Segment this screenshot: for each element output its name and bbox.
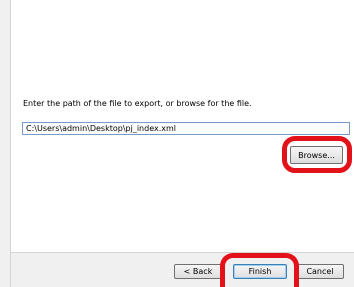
- footer-separator: [11, 252, 354, 253]
- finish-button[interactable]: Finish: [233, 264, 287, 279]
- cancel-button[interactable]: Cancel: [296, 264, 344, 279]
- export-path-input[interactable]: [22, 122, 350, 135]
- export-path-instruction: Enter the path of the file to export, or…: [23, 99, 252, 108]
- back-button[interactable]: < Back: [174, 264, 222, 279]
- browse-button[interactable]: Browse...: [290, 146, 343, 164]
- window-left-edge: [0, 0, 11, 287]
